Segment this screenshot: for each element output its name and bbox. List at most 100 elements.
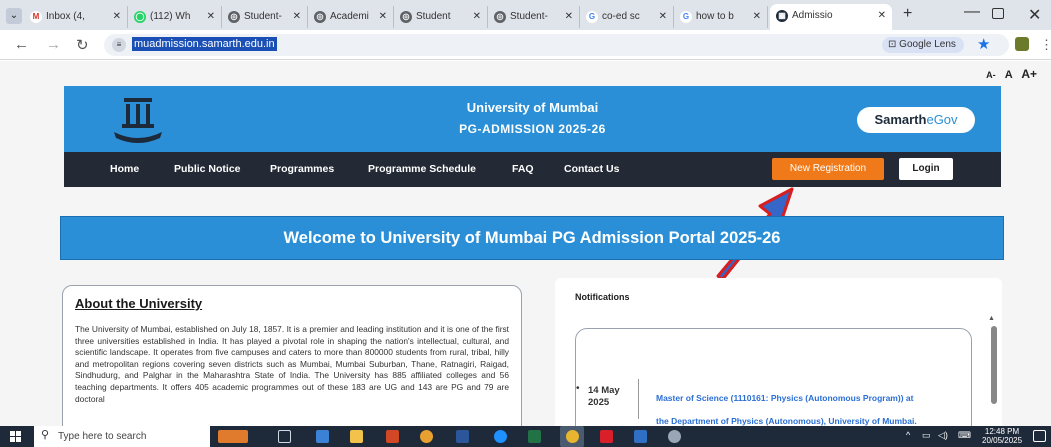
bullet-icon: •	[576, 383, 580, 394]
font-normal-button[interactable]: A	[1005, 69, 1013, 81]
google-icon: G	[680, 11, 692, 23]
windows-taskbar: ⚲ Type here to search ^ ▭ ◁) ⌨ 12:48 PM …	[0, 426, 1051, 447]
acrobat-icon[interactable]	[600, 430, 613, 443]
url-field[interactable]: ≡ muadmission.samarth.edu.in ⊡ Google Le…	[104, 34, 1009, 56]
nav-programmes[interactable]: Programmes	[270, 163, 334, 175]
clock-date: 20/05/2025	[982, 436, 1023, 445]
about-title: About the University	[75, 296, 203, 311]
notification-center-icon[interactable]	[1033, 430, 1046, 442]
site-icon: ◎	[494, 11, 506, 23]
tab-student-1[interactable]: ◎ Student- ✕	[222, 6, 308, 28]
notification-link[interactable]: Master of Science (1110161: Physics (Aut…	[656, 393, 976, 403]
keyboard-icon[interactable]: ⌨	[958, 430, 971, 441]
new-registration-button[interactable]: New Registration	[772, 158, 884, 180]
tab-label: Academi	[330, 11, 369, 22]
tray-chevron-icon[interactable]: ^	[906, 430, 910, 440]
main-navbar: Home Public Notice Programmes Programme …	[64, 152, 1001, 187]
clock-time: 12:48 PM	[984, 427, 1020, 436]
close-icon[interactable]: ✕	[379, 6, 387, 28]
close-icon[interactable]: ✕	[473, 6, 481, 28]
powerpoint-icon[interactable]	[386, 430, 399, 443]
bookmark-star-icon[interactable]: ★	[977, 35, 990, 53]
forward-icon[interactable]: →	[46, 36, 61, 53]
tab-student-2[interactable]: ◎ Student ✕	[394, 6, 488, 28]
nav-faq[interactable]: FAQ	[512, 163, 534, 175]
tab-search-icon[interactable]: ⌄	[6, 8, 22, 24]
font-increase-button[interactable]: A+	[1021, 67, 1037, 81]
volume-icon[interactable]: ◁)	[938, 430, 948, 441]
task-view-icon[interactable]	[278, 430, 291, 443]
minimize-icon[interactable]: —	[964, 3, 980, 21]
notifications-list[interactable]: • 14 May 2025 Master of Science (1110161…	[575, 328, 972, 426]
firefox-icon[interactable]	[420, 430, 433, 443]
network-icon[interactable]: ▭	[922, 430, 931, 441]
chrome-icon[interactable]	[566, 430, 579, 443]
taskbar-clock[interactable]: 12:48 PM 20/05/2025	[982, 427, 1022, 445]
tab-google-coed[interactable]: G co-ed sc ✕	[580, 6, 674, 28]
tab-google-howto[interactable]: G how to b ✕	[674, 6, 768, 28]
tab-label: how to b	[696, 11, 734, 22]
new-tab-icon[interactable]: +	[903, 5, 912, 23]
excel-icon[interactable]	[528, 430, 541, 443]
reload-icon[interactable]: ↻	[76, 36, 89, 54]
close-icon[interactable]: ✕	[565, 6, 573, 28]
scrollbar-thumb[interactable]	[991, 326, 997, 404]
tab-whatsapp[interactable]: ◯ (112) Wh ✕	[128, 6, 222, 28]
close-icon[interactable]: ✕	[207, 6, 215, 28]
font-size-controls: A- A A+	[980, 67, 1037, 81]
restore-icon[interactable]	[992, 8, 1004, 19]
nav-contact-us[interactable]: Contact Us	[564, 163, 619, 175]
header-banner: University of Mumbai PG-ADMISSION 2025-2…	[64, 86, 1001, 152]
university-icon: ▦	[776, 10, 788, 22]
lens-label: Google Lens	[899, 39, 956, 50]
nav-programme-schedule[interactable]: Programme Schedule	[368, 163, 476, 175]
gmail-icon: M	[30, 11, 42, 23]
menu-kebab-icon[interactable]: ⋮	[1040, 37, 1051, 53]
extension-icon[interactable]	[1015, 37, 1029, 51]
notification-link-line2[interactable]: the Department of Physics (Autonomous), …	[656, 416, 917, 426]
login-button[interactable]: Login	[899, 158, 953, 180]
taskbar-search-input[interactable]: ⚲ Type here to search	[34, 426, 210, 447]
tab-label: co-ed sc	[602, 11, 640, 22]
notification-date: 14 May 2025	[588, 385, 620, 408]
nav-home[interactable]: Home	[110, 163, 139, 175]
window-close-icon[interactable]: ✕	[1028, 5, 1041, 25]
search-icon: ⚲	[41, 429, 50, 441]
site-icon: ◎	[228, 11, 240, 23]
notifications-panel: Notifications • 14 May 2025 Master of Sc…	[555, 278, 1002, 426]
font-decrease-button[interactable]: A-	[986, 70, 996, 80]
google-lens-button[interactable]: ⊡ Google Lens	[882, 37, 964, 53]
back-icon[interactable]: ←	[14, 36, 29, 53]
site-icon: ◎	[400, 11, 412, 23]
address-bar: ← → ↻ ≡ muadmission.samarth.edu.in ⊡ Goo…	[0, 30, 1051, 60]
word-icon[interactable]	[456, 430, 469, 443]
nav-public-notice[interactable]: Public Notice	[174, 163, 241, 175]
tab-admission[interactable]: ▦ Admissio ✕	[770, 4, 892, 30]
url-text[interactable]: muadmission.samarth.edu.in	[132, 37, 277, 51]
page-content: A- A A+ University of Mumbai PG-ADMISSIO…	[0, 61, 1051, 426]
tab-inbox[interactable]: M Inbox (4, ✕	[24, 6, 128, 28]
tab-label: Student-	[510, 11, 548, 22]
site-info-icon[interactable]: ≡	[112, 38, 126, 52]
welcome-banner: Welcome to University of Mumbai PG Admis…	[60, 216, 1004, 260]
paint-icon[interactable]	[668, 430, 681, 443]
tab-student-3[interactable]: ◎ Student- ✕	[488, 6, 580, 28]
tab-label: Student-	[244, 11, 282, 22]
search-placeholder: Type here to search	[58, 431, 147, 442]
brand-main: Samarth	[874, 112, 927, 127]
tab-academic[interactable]: ◎ Academi ✕	[308, 6, 394, 28]
windows-start-icon[interactable]	[10, 431, 21, 442]
close-icon[interactable]: ✕	[878, 4, 886, 28]
file-explorer-icon[interactable]	[350, 430, 363, 443]
close-icon[interactable]: ✕	[753, 6, 761, 28]
store-icon[interactable]	[316, 430, 329, 443]
close-icon[interactable]: ✕	[293, 6, 301, 28]
tab-label: Admissio	[792, 10, 833, 21]
close-icon[interactable]: ✕	[113, 6, 121, 28]
scroll-up-icon[interactable]: ▲	[988, 315, 995, 322]
edge-icon[interactable]	[494, 430, 507, 443]
weather-widget-icon[interactable]	[218, 430, 248, 443]
samarth-egov-logo[interactable]: SamartheGov	[857, 107, 975, 133]
mail-icon[interactable]	[634, 430, 647, 443]
close-icon[interactable]: ✕	[659, 6, 667, 28]
